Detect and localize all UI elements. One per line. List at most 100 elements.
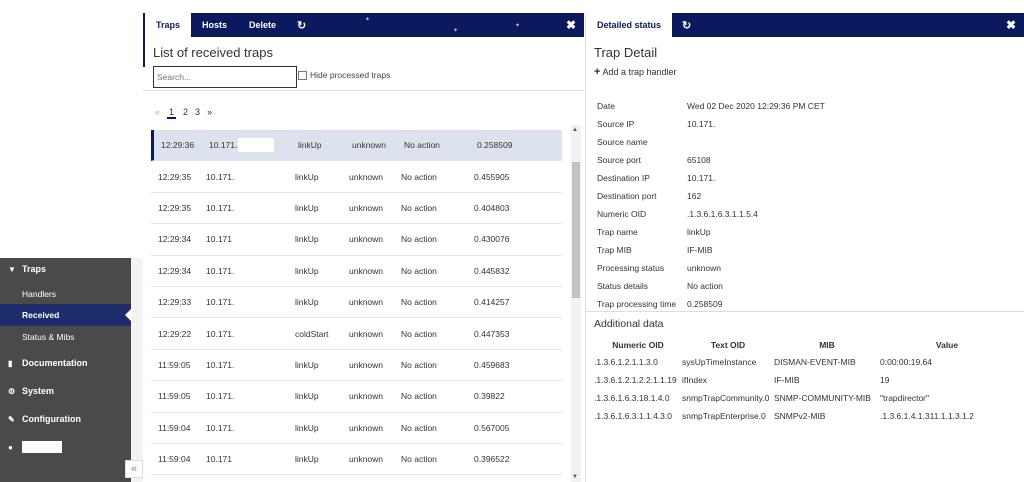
cell-duration: 0.447353: [474, 328, 510, 339]
detail-field-label: Status details: [597, 281, 649, 291]
redacted-username: [22, 441, 62, 453]
search-input[interactable]: [157, 72, 277, 82]
nav-item-user[interactable]: ●: [0, 436, 131, 458]
table-row[interactable]: 12:29:36 10.171. linkUp unknown No action 0.2…: [151, 130, 562, 162]
cell-trap: linkUp: [295, 422, 319, 433]
redacted-ip: [235, 326, 271, 341]
cell-status: unknown: [349, 234, 384, 245]
detail-field: Numeric OID .1.3.6.1.6.3.1.1.5.4: [597, 205, 1017, 223]
collapse-nav-button[interactable]: «: [125, 460, 143, 478]
pager-next[interactable]: »: [207, 107, 212, 119]
redacted-ip: [235, 295, 271, 310]
col-numeric-oid: Numeric OID: [612, 339, 664, 350]
detail-field: Trap name linkUp: [597, 223, 1017, 241]
pager-prev[interactable]: «: [155, 107, 160, 119]
cell-duration: 0.258509: [477, 140, 513, 151]
redacted-ip: [235, 452, 271, 467]
table-row[interactable]: 11:59:04 10.171. linkUp unknown No action 0.5…: [151, 413, 562, 444]
detail-field: Date Wed 02 Dec 2020 12:29:36 PM CET: [597, 97, 1017, 115]
redacted-ip: [235, 420, 271, 435]
cell-status: unknown: [349, 265, 384, 276]
detail-field-value: IF-MIB: [687, 245, 713, 255]
detail-field-value: .1.3.6.1.6.3.1.1.5.4: [687, 209, 758, 219]
trap-detail-fields: Date Wed 02 Dec 2020 12:29:36 PM CET Sourc…: [597, 97, 1017, 313]
cell-time: 11:59:05: [158, 391, 191, 402]
nav-item-system[interactable]: ⚙ System: [0, 380, 131, 402]
nav-system-label: System: [22, 386, 55, 396]
cell-action: No action: [404, 140, 440, 151]
trap-detail-panel: Detailed status ↻ ✖ Trap Detail + Add a …: [585, 13, 1024, 482]
hide-processed-checkbox[interactable]: [298, 70, 307, 80]
additional-cell-text: ifIndex: [682, 375, 708, 385]
detail-field-label: Processing status: [597, 263, 665, 273]
pager-page-2[interactable]: 2: [183, 107, 188, 119]
nav-scrollbar[interactable]: [131, 258, 143, 482]
pager-page-3[interactable]: 3: [195, 107, 200, 119]
scroll-down-icon[interactable]: ▼: [572, 474, 578, 480]
scroll-thumb[interactable]: [572, 162, 580, 298]
detail-field-label: Trap MIB: [597, 245, 632, 255]
cell-duration: 0.430076: [474, 234, 510, 245]
cell-trap: linkUp: [295, 265, 319, 276]
cell-action: No action: [401, 234, 437, 245]
nav-item-documentation[interactable]: ▮ Documentation: [0, 352, 131, 374]
close-icon[interactable]: ✖: [566, 18, 576, 32]
search-field[interactable]: [153, 66, 297, 88]
nav-item-configuration[interactable]: ✎ Configuration: [0, 408, 131, 430]
cell-time: 11:59:05: [158, 359, 191, 370]
refresh-icon[interactable]: ↻: [287, 13, 316, 37]
table-row[interactable]: 12:29:35 10.171. linkUp unknown No action 0.4…: [151, 193, 562, 225]
additional-data-row: .1.3.6.1.6.3.18.1.4.0 snmpTrapCommunity.0…: [594, 389, 1014, 407]
star-decoration: ✦: [453, 28, 459, 34]
table-row[interactable]: 12:29:33 10.171. linkUp unknown No action 0.4…: [151, 287, 562, 319]
detail-field-value: unknown: [687, 263, 722, 273]
nav-item-status-mibs[interactable]: Status & Mibs: [0, 326, 131, 348]
cell-trap: linkUp: [295, 359, 319, 370]
table-row[interactable]: 11:59:05 10.171. linkUp unknown No action 0.4…: [151, 350, 562, 382]
traps-scrollbar[interactable]: ▲ ▼: [571, 125, 581, 482]
additional-data-table: Numeric OID Text OID MIB Value .1.3.6.1.…: [594, 336, 1014, 425]
cell-duration: 0.396522: [474, 454, 510, 465]
cell-status: unknown: [349, 171, 384, 182]
table-row[interactable]: 12:29:34 10.171. linkUp unknown No action 0.4…: [151, 256, 562, 287]
table-row[interactable]: 12:29:34 10.171 linkUp unknown No action 0.43…: [151, 224, 562, 256]
close-icon[interactable]: ✖: [1006, 18, 1016, 32]
cell-status: unknown: [349, 328, 384, 339]
cell-trap: linkUp: [295, 171, 319, 182]
cell-ip: 10.171.: [206, 171, 235, 182]
col-value: Value: [935, 339, 959, 350]
table-row[interactable]: 12:29:22 10.171.: coldStart unknown No actio…: [151, 318, 562, 350]
hide-processed-toggle[interactable]: Hide processed traps: [298, 70, 390, 80]
table-row[interactable]: 12:29:35 10.171. linkUp unknown No action 0.4…: [151, 161, 562, 193]
nav-item-handlers[interactable]: Handlers: [0, 283, 131, 305]
tab-hosts[interactable]: Hosts: [191, 13, 238, 37]
add-trap-handler-link[interactable]: + Add a trap handler: [594, 66, 1024, 78]
additional-cell-mib: SNMP-COMMUNITY-MIB: [774, 393, 871, 403]
refresh-icon[interactable]: ↻: [672, 13, 701, 37]
nav-item-traps[interactable]: ▼ Traps: [0, 258, 131, 280]
detail-field: Source name: [597, 133, 1017, 151]
wrench-icon: ✎: [8, 414, 15, 424]
redacted-ip: [235, 200, 271, 215]
hide-processed-label: Hide processed traps: [310, 70, 391, 80]
panel-title: List of received traps: [153, 45, 273, 60]
detail-field: Source IP 10.171.: [597, 115, 1017, 133]
redacted-ip: [235, 263, 271, 278]
scroll-up-icon[interactable]: ▲: [572, 127, 578, 133]
cell-time: 12:29:22: [158, 328, 192, 339]
cell-ip: 10.171: [206, 454, 232, 465]
cell-status: unknown: [349, 454, 384, 465]
cell-action: No action: [401, 202, 437, 213]
tab-delete[interactable]: Delete: [238, 13, 287, 37]
table-row[interactable]: 11:59:05 10.171. linkUp unknown No action 0.3…: [151, 381, 562, 413]
detail-field-label: Date: [597, 101, 615, 111]
additional-cell-text: snmpTrapEnterprise.0: [682, 411, 766, 421]
tab-traps[interactable]: Traps: [143, 13, 192, 37]
tab-detailed-status[interactable]: Detailed status: [586, 13, 673, 37]
table-row[interactable]: 11:59:04 10.171 linkUp unknown No action 0.39…: [151, 444, 562, 476]
nav-item-received[interactable]: Received: [0, 304, 131, 326]
redacted-ip: [235, 357, 271, 372]
cell-status: unknown: [349, 391, 384, 402]
pager-page-1[interactable]: 1: [167, 107, 177, 119]
cell-status: unknown: [349, 422, 384, 433]
